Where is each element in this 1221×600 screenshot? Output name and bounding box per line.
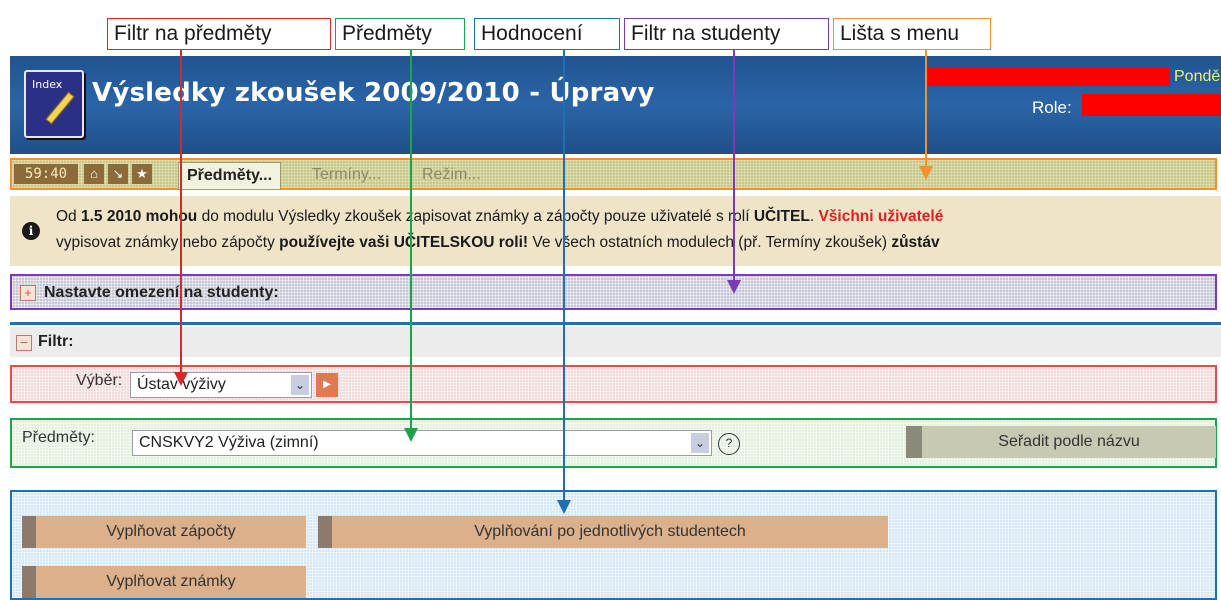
selection-label: Výběr: [76, 372, 123, 389]
pen-icon [45, 91, 75, 125]
apply-filter-button[interactable]: ▶ [316, 373, 338, 397]
role-label: Role: [1032, 98, 1072, 117]
info-icon: i [22, 222, 40, 240]
star-icon[interactable]: ★ [132, 164, 152, 184]
tab-mode[interactable]: Režim... [422, 162, 481, 188]
chevron-down-icon: ⌄ [291, 375, 309, 395]
arrow-student-filter [727, 280, 741, 294]
annotation-subject-filter: Filtr na předměty [107, 18, 331, 50]
student-filter-label: Nastavte omezení na studenty: [44, 284, 279, 301]
arrow-menu-bar [919, 166, 933, 180]
pointer-menu-bar [925, 50, 927, 168]
tab-terms[interactable]: Termíny... [312, 162, 381, 188]
logo-text: Index [32, 78, 63, 91]
info-line-2: vypisovat známky nebo zápočty používejte… [56, 234, 940, 251]
page-title: Výsledky zkoušek 2009/2010 - Úpravy [92, 78, 655, 108]
pointer-subjects [410, 50, 412, 432]
help-icon[interactable]: ? [718, 433, 740, 455]
menu-bar: 59:40 ⌂ ↘ ★ Předměty... Termíny... Režim… [10, 158, 1217, 190]
info-line-1: Od 1.5 2010 mohou do modulu Výsledky zko… [56, 208, 944, 225]
arrow-subject-filter [174, 372, 188, 386]
date-text: Pondě [1174, 68, 1221, 85]
tab-subjects[interactable]: Předměty... [178, 162, 282, 190]
arrow-grading [557, 500, 571, 514]
index-logo-icon: Index [24, 70, 84, 138]
info-message: i Od 1.5 2010 mohou do modulu Výsledky z… [10, 196, 1221, 266]
student-filter-panel[interactable]: + Nastavte omezení na studenty: [10, 274, 1217, 310]
pointer-grading [563, 50, 565, 504]
expand-icon[interactable]: + [20, 285, 36, 301]
department-select[interactable]: Ústav výživy ⌄ [130, 372, 312, 398]
sort-by-name-button[interactable]: Seřadit podle názvu [906, 426, 1216, 458]
filter-header[interactable]: − Filtr: [10, 327, 1221, 357]
redacted-user-name [926, 68, 1170, 86]
filter-label: Filtr: [38, 333, 74, 350]
subject-select-value: CNSKVY2 Výživa (zimní) [139, 434, 319, 451]
annotation-student-filter: Filtr na studenty [624, 18, 829, 50]
annotation-subjects: Předměty [335, 18, 465, 50]
session-timer: 59:40 [14, 164, 78, 184]
fill-per-student-button[interactable]: Vyplňování po jednotlivých studentech [318, 516, 888, 548]
subject-filter-row: Výběr: Ústav výživy ⌄ ▶ [10, 365, 1217, 403]
redacted-role [1082, 94, 1221, 116]
pointer-subject-filter [180, 50, 182, 376]
arrow-subjects [404, 428, 418, 442]
subjects-row: Předměty: CNSKVY2 Výživa (zimní) ⌄ ? Seř… [10, 418, 1217, 468]
home-icon[interactable]: ⌂ [84, 164, 104, 184]
arrow-in-icon[interactable]: ↘ [108, 164, 128, 184]
divider [10, 322, 1221, 325]
collapse-icon[interactable]: − [16, 335, 32, 351]
annotation-grading: Hodnocení [474, 18, 620, 50]
fill-grades-button[interactable]: Vyplňovat známky [22, 566, 306, 598]
grading-panel: Vyplňovat zápočty Vyplňování po jednotli… [10, 490, 1217, 600]
fill-credits-button[interactable]: Vyplňovat zápočty [22, 516, 306, 548]
subjects-label: Předměty: [22, 429, 95, 446]
pointer-student-filter [733, 50, 735, 282]
chevron-down-icon: ⌄ [691, 433, 709, 453]
app-header: Index Výsledky zkoušek 2009/2010 - Úprav… [10, 56, 1221, 154]
annotation-menu-bar: Lišta s menu [833, 18, 991, 50]
subject-select[interactable]: CNSKVY2 Výživa (zimní) ⌄ [132, 430, 712, 456]
